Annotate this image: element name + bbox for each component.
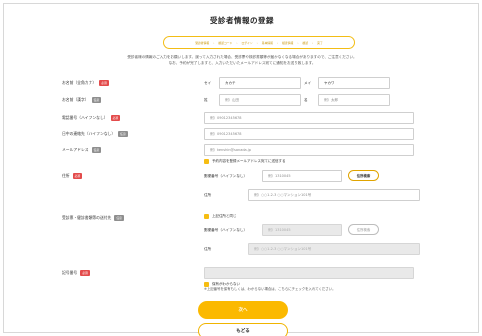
required-badge: 必須: [110, 115, 121, 121]
step-1: 受診者情報: [195, 40, 210, 45]
mailing-address-label: 受診票・健診書類等の送付先 任意: [62, 215, 124, 221]
page-frame: 受診者情報の登録 受診者情報 › 確認コード › ログイン › 基本情報 › 検査情報 ›…: [3, 3, 479, 336]
mailing-address-search-button[interactable]: 住所検索: [348, 224, 379, 235]
optional-badge: 任意: [91, 147, 102, 153]
step-7: 完了: [317, 40, 323, 45]
page-title: 受診者情報の登録: [210, 16, 274, 25]
address-input[interactable]: 例）○○1-2-3 ○○マンション101号: [248, 189, 420, 201]
zip-label: 郵便番号（ハイフンなし）: [204, 174, 248, 178]
sei-kanji-input[interactable]: 例）山田: [219, 94, 301, 106]
step-separator: ›: [297, 40, 299, 45]
insurance-number-input[interactable]: [204, 267, 414, 279]
step-6: 確認: [302, 40, 309, 45]
notice-line-2: なお、予約が完了しますと、入力いただいたメールアドレス宛てに通知をお送り致します…: [168, 61, 316, 65]
progress-stepper: 受診者情報 › 確認コード › ログイン › 基本情報 › 検査情報 › 確認 › 完了: [163, 36, 355, 49]
sei-kana-label: セイ: [204, 81, 212, 85]
required-badge: 必須: [72, 173, 83, 179]
optional-badge: 任意: [91, 97, 102, 103]
daytime-phone-input[interactable]: 例）09012345678: [204, 128, 414, 140]
step-separator: ›: [276, 40, 279, 45]
notice-line-1: 受診者様の情報のご入力をお願いします。誤って入力された場合、受診票や検診書類等が…: [127, 55, 357, 59]
next-button[interactable]: 次へ: [198, 301, 288, 319]
mailing-address-field-label: 住所: [204, 247, 212, 251]
email-input[interactable]: 例）kenshin@sanada.jp: [204, 144, 414, 156]
insurance-note: ※上記番号を保有もしくは、わからない場合は、こちらにチェックを入れてください。: [204, 287, 336, 291]
required-badge: 必須: [99, 80, 109, 86]
daytime-phone-label: 日中の連絡先（ハイフンなし） 任意: [62, 131, 128, 137]
zip-input[interactable]: 例）1310045: [262, 170, 342, 182]
mei-kanji-label: 名: [304, 98, 308, 102]
step-separator: ›: [312, 40, 314, 45]
mei-kana-label: メイ: [304, 81, 312, 85]
insurance-number-label: 記号番号 必須: [62, 270, 90, 276]
back-button[interactable]: もどる: [198, 323, 288, 336]
optional-badge: 任意: [118, 131, 128, 137]
phone-input[interactable]: 例）09012345678: [204, 112, 414, 124]
address-label: 住所 必須: [62, 173, 83, 179]
mailing-address-input[interactable]: 例）○○1-2-3 ○○マンション101号: [248, 243, 420, 255]
mei-kana-input[interactable]: ヤカワ: [318, 77, 390, 89]
checkbox-box[interactable]: [204, 214, 209, 219]
same-address-checkbox[interactable]: 上記住所と同じ: [204, 214, 237, 219]
optional-badge: 任意: [114, 215, 124, 221]
required-badge: 必須: [80, 270, 90, 276]
address-search-button[interactable]: 住所検索: [348, 170, 379, 181]
name-kana-label: お名前（全角カナ） 必須: [62, 80, 109, 86]
step-separator: ›: [256, 40, 258, 45]
phone-label: 電話番号（ハイフンなし） 必須: [62, 115, 121, 121]
step-4: 基本情報: [261, 40, 273, 45]
checkbox-box[interactable]: [204, 159, 209, 164]
mailing-zip-input[interactable]: 例）1310045: [262, 224, 342, 236]
sei-kanji-label: 姓: [204, 98, 208, 102]
mailing-zip-label: 郵便番号（ハイフンなし）: [204, 228, 248, 232]
name-kanji-label: お名前（漢字） 任意: [62, 97, 102, 103]
step-3: ログイン: [241, 40, 253, 45]
step-2: 確認コード: [218, 40, 233, 45]
mei-kanji-input[interactable]: 例）太郎: [318, 94, 390, 106]
step-5: 検査情報: [282, 40, 294, 45]
step-separator: ›: [213, 40, 215, 45]
step-separator: ›: [236, 40, 238, 45]
send-email-checkbox[interactable]: 予約内容を登録メールアドレス宛てに送信する: [204, 159, 286, 164]
email-label: メールアドレス 任意: [62, 147, 102, 153]
address-field-label: 住所: [204, 193, 212, 197]
sei-kana-input[interactable]: カカテ: [219, 77, 301, 89]
